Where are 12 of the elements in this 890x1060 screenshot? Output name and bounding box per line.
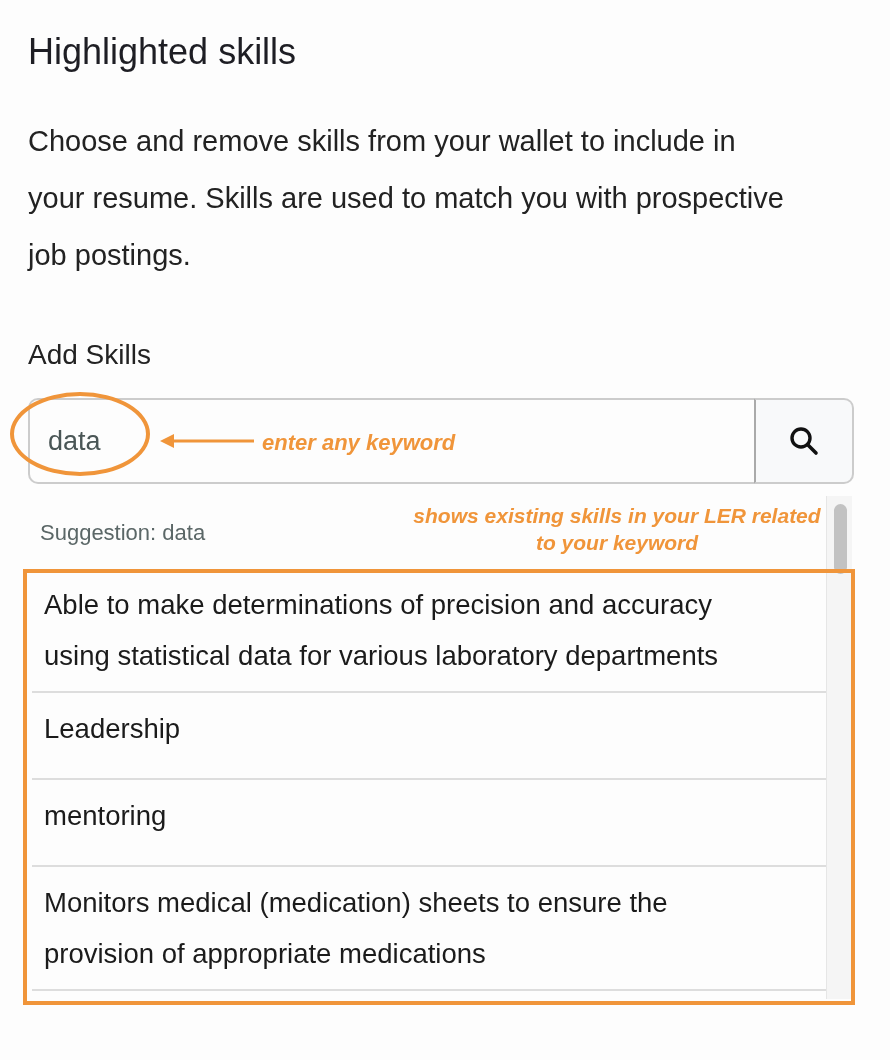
suggestion-item[interactable]: Leadership xyxy=(32,693,826,781)
search-button[interactable] xyxy=(754,398,854,485)
annotation-text: shows existing skills in your LER related to your keyword xyxy=(412,503,822,557)
field-label: Add Skills xyxy=(28,338,152,373)
suggestion-header: Suggestion: data xyxy=(40,519,206,548)
scrollbar[interactable] xyxy=(826,496,852,1000)
page-heading: Highlighted skills xyxy=(28,30,298,74)
search-icon xyxy=(789,426,819,457)
suggestion-item[interactable]: mentoring xyxy=(32,780,826,868)
arrow-icon xyxy=(160,434,254,449)
description-text: Choose and remove skills from your wallet to include in your resume. Skills are used to match you with prospective job postings. xyxy=(28,124,785,274)
annotation-text: enter any keyword xyxy=(262,429,456,458)
